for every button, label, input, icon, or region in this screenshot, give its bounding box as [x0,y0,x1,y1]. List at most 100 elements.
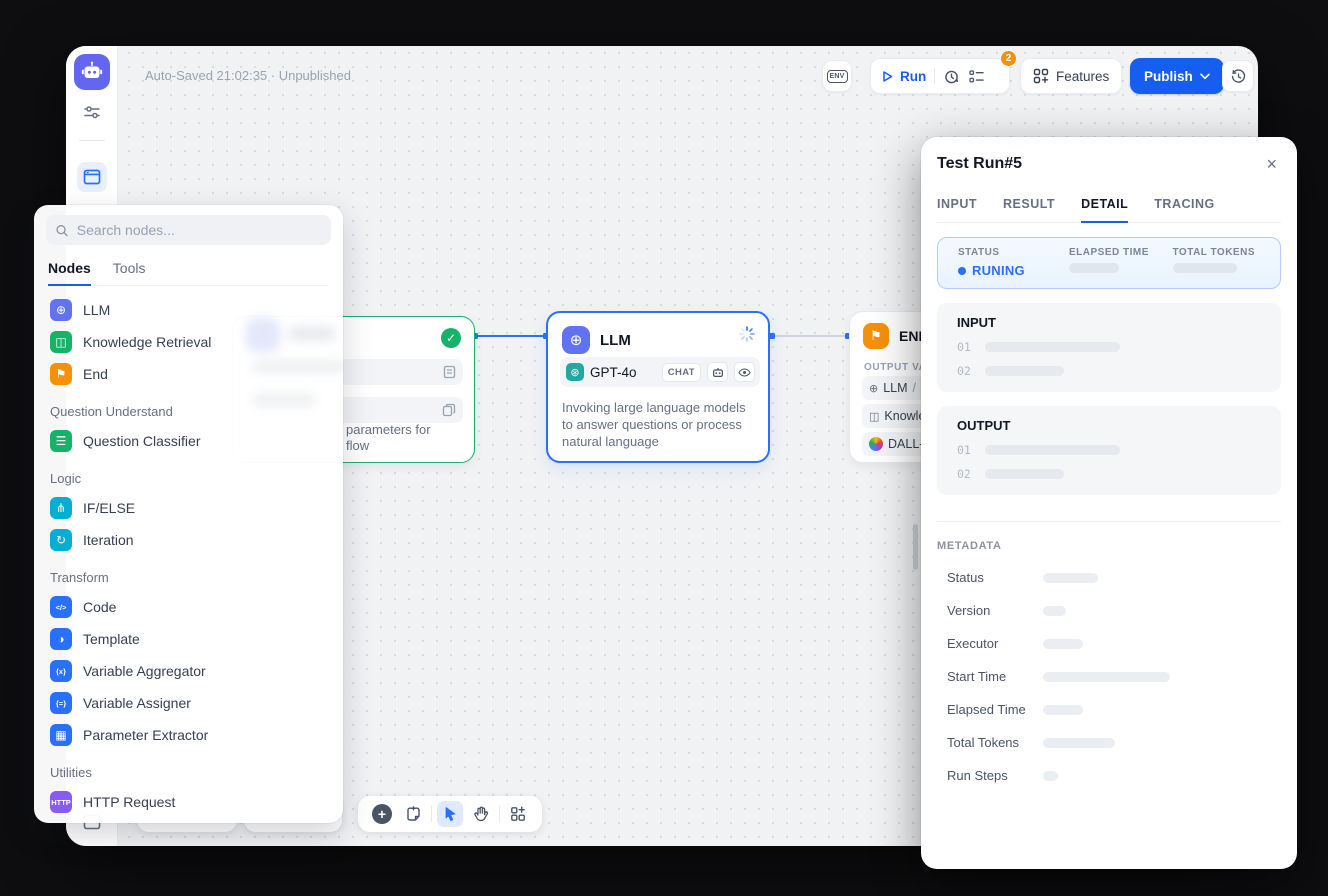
knowledge-icon: ◫ [50,331,72,353]
tab-tracing[interactable]: TRACING [1154,191,1214,222]
knowledge-var-icon: ◫ [869,410,879,423]
loading-spinner-icon [739,326,755,342]
chevron-down-icon [1200,73,1210,80]
llm-node[interactable]: ⊕ LLM ⊛ [546,311,770,463]
features-icon [1033,68,1049,84]
app-logo[interactable] [74,54,110,90]
node-item-if-else[interactable]: ⋔IF/ELSE [46,492,331,524]
node-item-code[interactable]: </>Code [46,591,331,623]
node-item-knowledge-retrieval[interactable]: ◫Knowledge Retrieval [46,326,331,358]
canvas-toolbar: + [358,796,542,832]
tab-tools[interactable]: Tools [113,254,146,285]
parameter-extractor-icon: ▦ [50,724,72,746]
skeleton [1173,263,1237,273]
meta-executor-label: Executor [937,636,1043,651]
run-panel-title: Test Run#5 [937,155,1022,173]
meta-total-tokens-label: Total Tokens [937,735,1043,750]
section-utilities: Utilities [46,751,331,786]
robot-icon [712,367,724,378]
divider [499,806,500,822]
end-icon: ⚑ [50,363,72,385]
meta-version-label: Version [937,603,1043,618]
total-tokens-label: TOTAL TOKENS [1173,247,1276,258]
start-node-description: parameters for flow [346,422,431,454]
edge-llm-end [772,335,849,337]
cursor-icon [443,806,458,822]
workflow-settings-button[interactable] [66,104,118,120]
skeleton [1069,263,1119,273]
add-node-button[interactable]: + [369,801,395,827]
search-icon [55,223,69,238]
search-input[interactable] [77,222,322,238]
run-button[interactable]: Run [881,69,926,84]
line-number: 01 [957,443,971,457]
env-icon: ENV [827,70,848,83]
skeleton [985,445,1120,455]
hand-mode-button[interactable] [468,801,494,827]
skeleton [985,366,1064,376]
node-search-panel: Nodes Tools ⊕LLM ◫Knowledge Retrieval ⚑E… [34,205,343,823]
skeleton [1043,738,1115,748]
page: Auto-Saved 21:02:35 · Unpublished ENV Ru… [0,0,1328,896]
node-item-iteration[interactable]: ↻Iteration [46,524,331,556]
canvas-scrollbar[interactable] [913,524,918,570]
organize-nodes-button[interactable] [505,801,531,827]
run-history-button[interactable] [943,68,960,85]
hand-icon [473,806,489,822]
meta-elapsed-time-label: Elapsed Time [937,702,1043,717]
iteration-icon: ↻ [50,529,72,551]
section-question-understand: Question Understand [46,390,331,425]
node-item-template[interactable]: ◑Template [46,623,331,655]
features-button[interactable]: Features [1020,58,1122,94]
section-logic: Logic [46,457,331,492]
meta-status-label: Status [937,570,1043,585]
node-item-end[interactable]: ⚑End [46,358,331,390]
preview-panel-button[interactable] [77,162,107,192]
history-icon [1230,68,1247,85]
checklist-button[interactable] [968,68,985,85]
window-icon [83,169,101,185]
skeleton [1043,771,1058,781]
play-icon [881,70,894,83]
model-selector[interactable]: ⊛ GPT-4o CHAT [560,357,760,387]
stopwatch-icon [943,68,960,85]
close-icon[interactable]: × [1262,153,1281,175]
classifier-icon: ☰ [50,430,72,452]
features-label: Features [1056,69,1109,84]
output-card: OUTPUT 01 02 [937,406,1281,495]
node-item-list-operator[interactable]: ∇List Operator [46,818,331,823]
add-note-button[interactable] [400,801,426,827]
chat-mode-badge: CHAT [662,363,701,382]
template-icon: ◑ [50,628,72,650]
node-item-llm[interactable]: ⊕LLM [46,294,331,326]
variable-aggregator-icon: {x} [50,660,72,682]
pointer-mode-button[interactable] [437,801,463,827]
tab-input[interactable]: INPUT [937,191,977,222]
node-item-http-request[interactable]: HTTPHTTP Request [46,786,331,818]
status-label: STATUS [958,247,1069,258]
node-item-question-classifier[interactable]: ☰Question Classifier [46,425,331,457]
node-list: ⊕LLM ◫Knowledge Retrieval ⚑End Question … [46,286,331,823]
tab-detail[interactable]: DETAIL [1081,191,1128,223]
divider [934,68,935,84]
skeleton [1043,606,1066,616]
node-search-box [46,215,331,245]
checklist-icon [968,68,985,85]
node-item-variable-aggregator[interactable]: {x}Variable Aggregator [46,655,331,687]
skeleton [985,342,1120,352]
organize-icon [510,806,526,822]
http-request-icon: HTTP [50,791,72,813]
vision-robot-badge [707,362,728,382]
llm-var-icon: ⊕ [869,382,878,395]
elapsed-time-label: ELAPSED TIME [1069,247,1172,258]
version-history-button[interactable] [1222,60,1254,92]
node-item-parameter-extractor[interactable]: ▦Parameter Extractor [46,719,331,751]
input-card: INPUT 01 02 [937,303,1281,392]
success-check-icon: ✓ [441,328,461,348]
tab-nodes[interactable]: Nodes [48,254,91,286]
publish-button[interactable]: Publish [1130,58,1224,94]
notification-badge: 2 [1000,50,1017,67]
env-button[interactable]: ENV [822,60,852,92]
tab-result[interactable]: RESULT [1003,191,1055,222]
node-item-variable-assigner[interactable]: {=}Variable Assigner [46,687,331,719]
